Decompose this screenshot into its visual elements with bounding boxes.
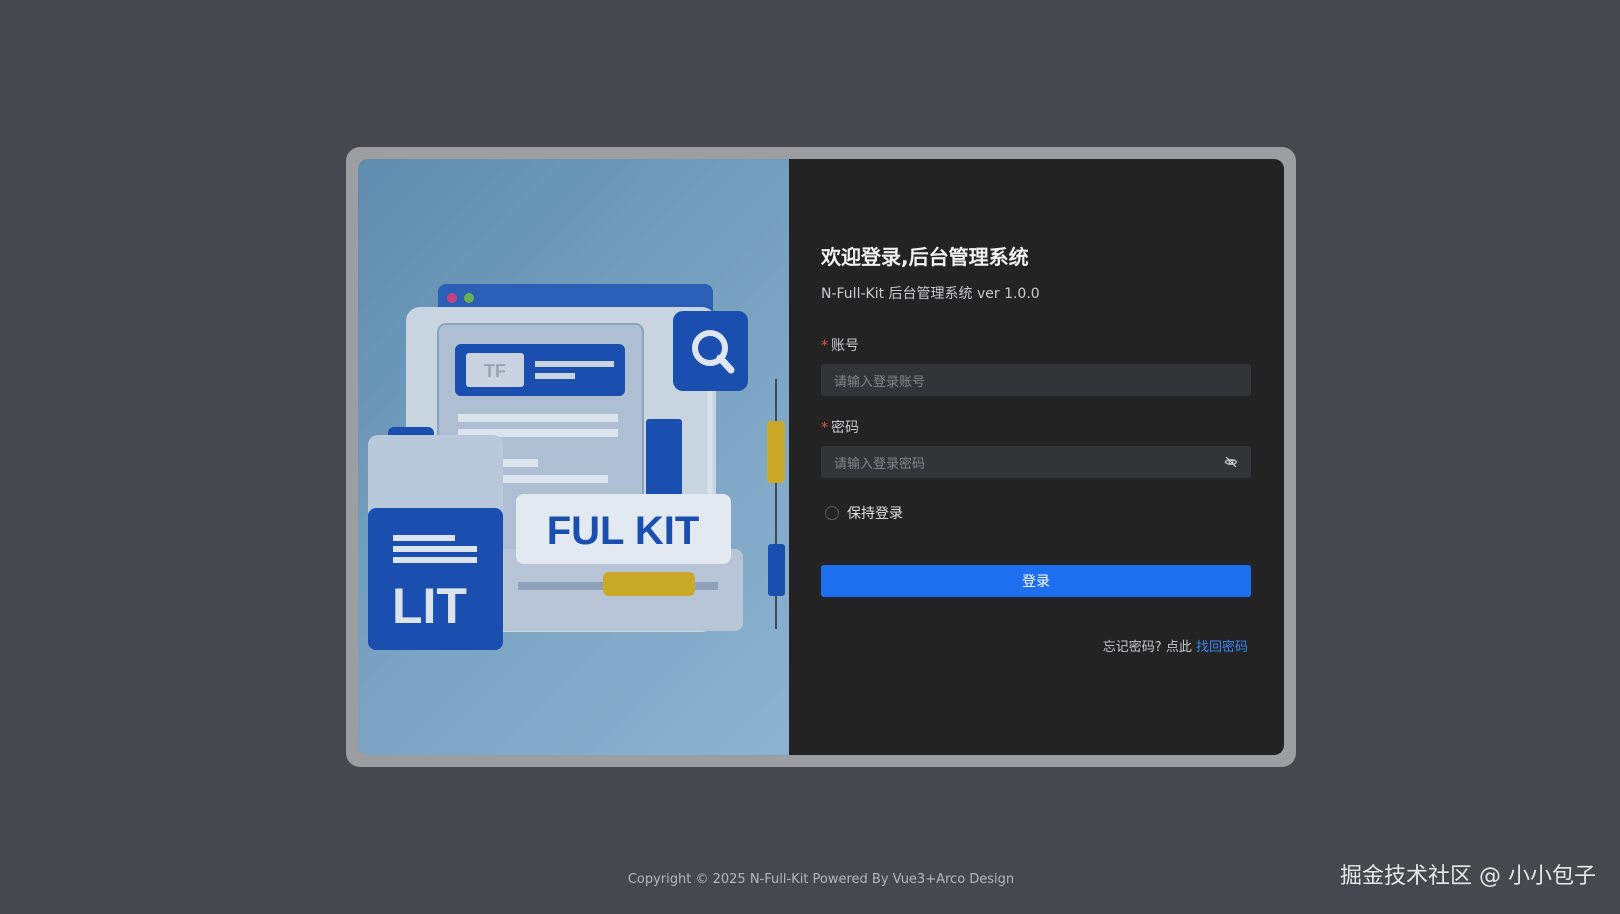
login-button[interactable]: 登录 xyxy=(821,565,1251,597)
watermark: 掘金技术社区 @ 小小包子 xyxy=(1340,864,1596,889)
forgot-password-text: 忘记密码? 点此 xyxy=(1102,640,1192,655)
required-mark: * xyxy=(821,420,828,436)
recover-password-link[interactable]: 找回密码 xyxy=(1196,640,1248,655)
eye-off-icon[interactable] xyxy=(1224,455,1238,469)
forgot-password: 忘记密码? 点此 找回密码 xyxy=(1103,636,1248,655)
account-label: * 账号 xyxy=(821,335,859,355)
logo-text: FUL KIT xyxy=(547,509,700,553)
login-title: 欢迎登录,后台管理系统 xyxy=(821,245,1029,269)
account-input-placeholder: 请输入登录账号 xyxy=(834,374,926,390)
password-label: * 密码 xyxy=(821,417,859,437)
side-text: LIT xyxy=(392,578,467,634)
remember-me-checkbox[interactable]: 保持登录 xyxy=(825,503,903,523)
password-input[interactable]: 请输入登录密码 xyxy=(821,446,1251,478)
remember-me-radio[interactable] xyxy=(825,506,839,520)
hero-illustration: TF FUL KIT LIT xyxy=(358,159,789,755)
required-mark: * xyxy=(821,338,828,354)
tag-text: TF xyxy=(484,361,506,381)
login-card-frame: TF FUL KIT LIT 欢迎登录,后台管理系统 N-Full-Kit 后台… xyxy=(346,147,1296,767)
account-label-text: 账号 xyxy=(831,338,859,354)
account-input[interactable]: 请输入登录账号 xyxy=(821,364,1251,396)
login-card: TF FUL KIT LIT 欢迎登录,后台管理系统 N-Full-Kit 后台… xyxy=(358,159,1284,755)
remember-me-label: 保持登录 xyxy=(847,506,903,522)
login-subtitle: N-Full-Kit 后台管理系统 ver 1.0.0 xyxy=(821,286,1040,302)
password-input-placeholder: 请输入登录密码 xyxy=(834,456,926,472)
password-label-text: 密码 xyxy=(831,420,859,436)
hero-illustration-graphic: TF FUL KIT LIT xyxy=(368,284,785,650)
login-form-panel: 欢迎登录,后台管理系统 N-Full-Kit 后台管理系统 ver 1.0.0 … xyxy=(789,159,1284,755)
